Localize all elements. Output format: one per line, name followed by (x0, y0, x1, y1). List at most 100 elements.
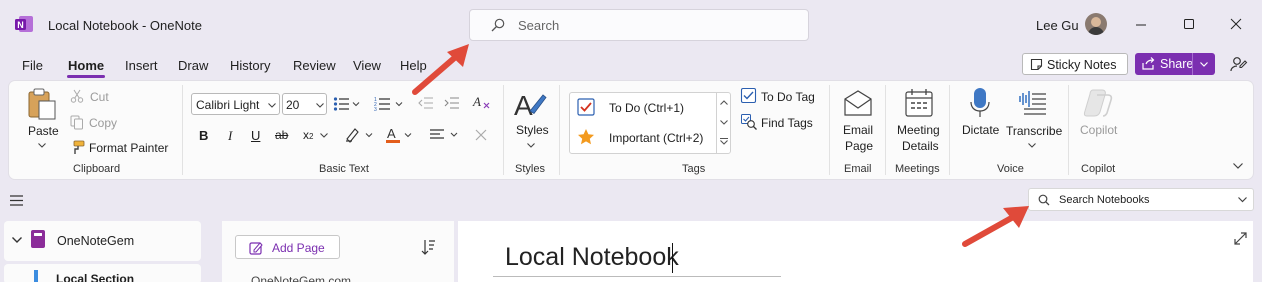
chevron-up-icon[interactable] (720, 100, 728, 105)
tab-home[interactable]: Home (68, 58, 104, 73)
format-painter-button[interactable]: Format Painter (89, 141, 168, 155)
font-family-dropdown[interactable]: Calibri Light (191, 93, 280, 115)
voice-group-label: Voice (997, 163, 1024, 175)
sticky-notes-button[interactable]: Sticky Notes (1022, 53, 1128, 75)
email-page-line1[interactable]: Email (843, 123, 873, 137)
sort-icon[interactable] (421, 239, 436, 255)
tags-gallery-scroll[interactable] (716, 92, 731, 154)
page-title[interactable]: Local Notebook (505, 243, 679, 272)
feedback-person-icon[interactable] (1229, 55, 1248, 73)
section-name: Local Section (56, 272, 135, 282)
transcribe-chevron-down-icon[interactable] (1028, 143, 1036, 148)
copilot-group-label: Copilot (1081, 163, 1116, 175)
tab-draw[interactable]: Draw (178, 58, 208, 73)
close-icon[interactable] (1230, 18, 1242, 30)
meeting-details-line1[interactable]: Meeting (897, 123, 940, 137)
search-placeholder: Search (518, 18, 560, 33)
star-icon (577, 128, 595, 146)
paste-icon[interactable] (25, 87, 59, 121)
italic-button[interactable]: I (228, 128, 232, 144)
copy-icon[interactable] (70, 115, 84, 130)
minimize-icon[interactable] (1135, 18, 1147, 30)
email-page-line2[interactable]: Page (845, 139, 873, 153)
svg-text:A: A (387, 126, 396, 141)
meeting-details-line2[interactable]: Details (902, 139, 939, 153)
bullets-icon[interactable] (333, 96, 361, 112)
hamburger-menu-icon[interactable] (10, 195, 23, 206)
notebook-item[interactable]: OneNoteGem (4, 221, 201, 261)
find-tags-button[interactable]: Find Tags (761, 116, 813, 130)
svg-text:A: A (514, 90, 533, 121)
svg-text:3: 3 (374, 107, 377, 113)
tab-view[interactable]: View (353, 58, 381, 73)
bold-button[interactable]: B (199, 128, 208, 143)
underline-button[interactable]: U (251, 128, 260, 143)
copy-button[interactable]: Copy (89, 116, 117, 130)
styles-icon[interactable]: A (514, 89, 548, 121)
expand-icon[interactable] (1234, 232, 1247, 245)
share-button[interactable]: Share (1135, 53, 1215, 75)
tab-insert[interactable]: Insert (125, 58, 158, 73)
styles-chevron-down-icon[interactable] (527, 143, 535, 148)
transcribe-icon[interactable] (1018, 87, 1048, 117)
sticky-notes-label: Sticky Notes (1047, 58, 1117, 72)
numbering-icon[interactable]: 123 (374, 96, 406, 113)
email-page-icon[interactable] (843, 89, 873, 117)
todo-tag-option[interactable]: To Do (Ctrl+1) (609, 101, 684, 115)
search-input[interactable]: Search (469, 9, 809, 41)
add-page-label: Add Page (272, 241, 325, 255)
paste-label[interactable]: Paste (28, 124, 59, 138)
user-name: Lee Gu (1036, 18, 1079, 33)
copilot-button[interactable]: Copilot (1080, 123, 1117, 137)
tab-review[interactable]: Review (293, 58, 336, 73)
format-painter-icon[interactable] (69, 140, 85, 156)
chevron-down-icon (316, 103, 324, 108)
dictate-button[interactable]: Dictate (962, 123, 999, 137)
tab-history[interactable]: History (230, 58, 270, 73)
tab-file[interactable]: File (22, 58, 43, 73)
tags-group-label: Tags (682, 163, 706, 175)
section-item[interactable]: Local Section (4, 264, 201, 282)
font-color-icon[interactable]: A (385, 126, 413, 144)
strikethrough-button[interactable]: ab (275, 128, 288, 142)
chevron-down-icon[interactable] (720, 120, 728, 125)
more-icon[interactable] (720, 138, 728, 145)
chevron-down-icon[interactable] (1200, 62, 1208, 67)
annotation-arrow-icon (405, 40, 475, 100)
microphone-icon[interactable] (970, 87, 990, 119)
highlighter-icon[interactable] (344, 127, 374, 143)
email-group-label: Email (844, 163, 872, 175)
ribbon-divider (829, 85, 830, 175)
chevron-down-icon[interactable] (12, 237, 22, 243)
important-tag-option[interactable]: Important (Ctrl+2) (609, 131, 703, 145)
svg-text:N: N (17, 20, 24, 30)
search-notebooks-label: Search Notebooks (1059, 194, 1150, 206)
add-page-button[interactable]: Add Page (235, 235, 340, 259)
basic-text-group-label: Basic Text (319, 163, 369, 175)
avatar[interactable] (1085, 13, 1107, 35)
delete-icon[interactable] (475, 129, 487, 141)
font-size-dropdown[interactable]: 20 (282, 93, 327, 115)
cut-button[interactable]: Cut (90, 90, 109, 104)
share-label: Share (1160, 57, 1194, 71)
subscript-button[interactable]: x2 (303, 128, 313, 142)
search-notebooks-dropdown[interactable]: Search Notebooks (1028, 188, 1254, 211)
todo-tag-button[interactable]: To Do Tag (761, 90, 815, 104)
copilot-icon[interactable] (1083, 87, 1115, 119)
meeting-details-icon[interactable] (904, 88, 934, 118)
styles-button[interactable]: Styles (516, 123, 549, 137)
onenote-logo-icon: N (14, 14, 34, 34)
todo-tag-checkbox-icon (740, 87, 757, 104)
transcribe-button[interactable]: Transcribe (1006, 124, 1062, 138)
subscript-chevron-down-icon[interactable] (320, 133, 328, 138)
maximize-icon[interactable] (1183, 18, 1195, 30)
checkbox-tag-icon (577, 98, 595, 116)
page-list-item[interactable]: OneNoteGem.com (251, 274, 351, 282)
paragraph-alignment-icon[interactable] (429, 128, 459, 142)
annotation-arrow-icon (955, 200, 1035, 252)
scissors-icon[interactable] (70, 89, 84, 103)
ribbon-collapse-chevron-down-icon[interactable] (1233, 163, 1243, 169)
ribbon-divider (1068, 85, 1069, 175)
clear-formatting-icon[interactable]: A (472, 94, 491, 110)
paste-chevron-down-icon[interactable] (38, 143, 46, 148)
